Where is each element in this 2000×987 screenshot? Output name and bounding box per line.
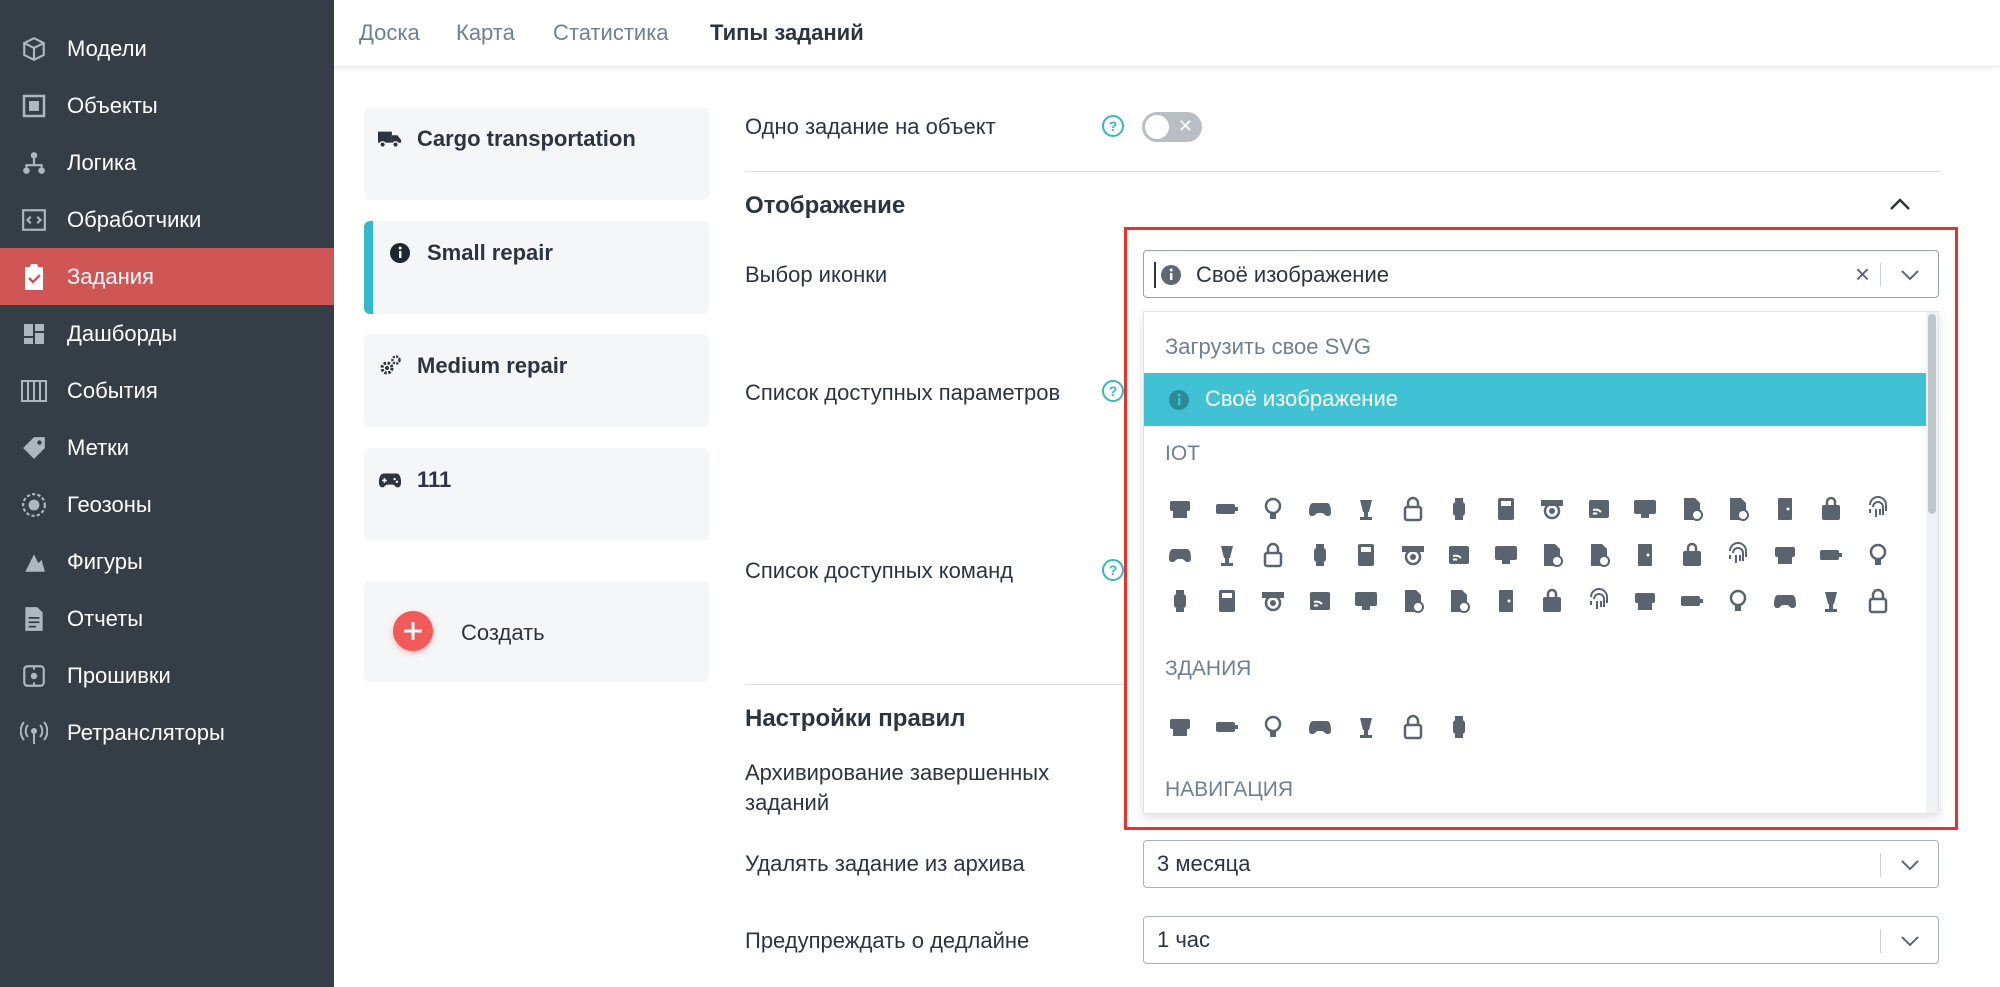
top-tab-bar: Доска Карта Статистика Типы заданий [334,0,2000,67]
help-icon[interactable]: ? [1102,559,1124,581]
code-icon [20,206,48,234]
commands-label: Список доступных команд [745,558,1014,583]
sidebar-item-handlers[interactable]: Обработчики [0,191,334,248]
sidebar-item-relays[interactable]: Ретрансляторы [0,704,334,761]
tag-icon [20,434,48,462]
sidebar-item-label: Объекты [67,92,158,118]
sidebar-item-label: Логика [67,149,137,175]
task-type-label: Medium repair [417,353,568,378]
antenna-icon [20,719,48,747]
create-label: Создать [461,620,545,645]
select-value: 1 час [1157,927,1211,952]
create-task-type[interactable]: Создать [364,581,709,682]
separator [1880,853,1881,877]
calendar-columns-icon [20,377,48,405]
highlight-box [1124,227,1958,830]
chevron-down-icon[interactable] [1898,931,1922,951]
deadline-select[interactable]: 1 час [1143,916,1939,964]
sidebar-item-label: Обработчики [67,206,202,232]
sidebar-item-label: События [67,377,158,403]
params-label: Список доступных параметров [745,380,1061,405]
tab-task-types[interactable]: Типы заданий [710,20,864,46]
task-type-card-111[interactable]: 111 [364,448,709,541]
delete-from-archive-select[interactable]: 3 месяца [1143,840,1939,888]
close-icon: ✕ [1177,116,1193,136]
sidebar-item-dashboards[interactable]: Дашборды [0,305,334,362]
sidebar-item-label: Ретрансляторы [67,719,225,745]
icon-choice-label: Выбор иконки [745,262,888,287]
sidebar-item-events[interactable]: События [0,362,334,419]
task-type-card-cargo[interactable]: Cargo transportation [364,107,709,200]
sidebar-item-label: Геозоны [67,491,152,517]
tab-board[interactable]: Доска [359,20,420,46]
sidebar-item-firmware[interactable]: Прошивки [0,647,334,704]
one-task-label: Одно задание на объект [745,114,996,139]
sidebar-item-label: Отчеты [67,605,144,631]
sidebar-item-label: Модели [67,35,147,61]
archive-label: Архивирование завершенных заданий [745,760,1050,815]
sidebar-item-objects[interactable]: Объекты [0,77,334,134]
add-button[interactable] [393,611,433,651]
deadline-label: Предупреждать о дедлайне [745,928,1030,953]
one-task-toggle[interactable]: ✕ [1142,112,1202,142]
chevron-down-icon[interactable] [1898,855,1922,875]
task-type-label: Cargo transportation [417,126,636,151]
rules-section-title: Настройки правил [745,705,966,732]
sidebar-item-tags[interactable]: Метки [0,419,334,476]
cube-icon [20,35,48,63]
task-type-card-medium-repair[interactable]: Medium repair [364,334,709,427]
sidebar-item-label: Дашборды [67,320,177,346]
hierarchy-icon [20,149,48,177]
shapes-icon [20,548,48,576]
tab-map[interactable]: Карта [456,20,515,46]
info-icon [388,241,412,265]
sidebar-item-label: Прошивки [67,662,171,688]
gamepad-icon [378,468,402,492]
sidebar-item-models[interactable]: Модели [0,20,334,77]
truck-icon [378,127,402,151]
sidebar-item-geozones[interactable]: Геозоны [0,476,334,533]
sidebar-item-label: Фигуры [67,548,143,574]
divider [745,684,1125,685]
gears-icon [378,354,402,378]
sidebar-item-label: Метки [67,434,130,460]
task-type-label: 111 [417,467,452,492]
divider [745,171,1941,172]
document-icon [20,605,48,633]
toggle-knob [1145,115,1169,139]
firmware-icon [20,662,48,690]
dashboard-icon [20,320,48,348]
sidebar-item-label: Задания [67,263,154,289]
object-icon [20,92,48,120]
display-section-title: Отображение [745,192,906,219]
collapse-chevron-icon[interactable] [1888,196,1912,212]
help-icon[interactable]: ? [1102,380,1124,402]
globe-icon [20,491,48,519]
sidebar-item-logic[interactable]: Логика [0,134,334,191]
task-type-label: Small repair [427,240,553,265]
sidebar-item-reports[interactable]: Отчеты [0,590,334,647]
separator [1880,929,1881,953]
sidebar: Модели Объекты Логика Обработчики Задани… [0,0,334,987]
sidebar-item-shapes[interactable]: Фигуры [0,533,334,590]
tab-statistics[interactable]: Статистика [553,20,669,46]
clipboard-check-icon [20,263,48,291]
delete-from-archive-label: Удалять задание из архива [745,851,1025,876]
sidebar-item-tasks[interactable]: Задания [0,248,334,305]
task-type-card-small-repair[interactable]: Small repair [364,221,709,314]
help-icon[interactable]: ? [1102,115,1124,137]
select-value: 3 месяца [1157,851,1251,876]
